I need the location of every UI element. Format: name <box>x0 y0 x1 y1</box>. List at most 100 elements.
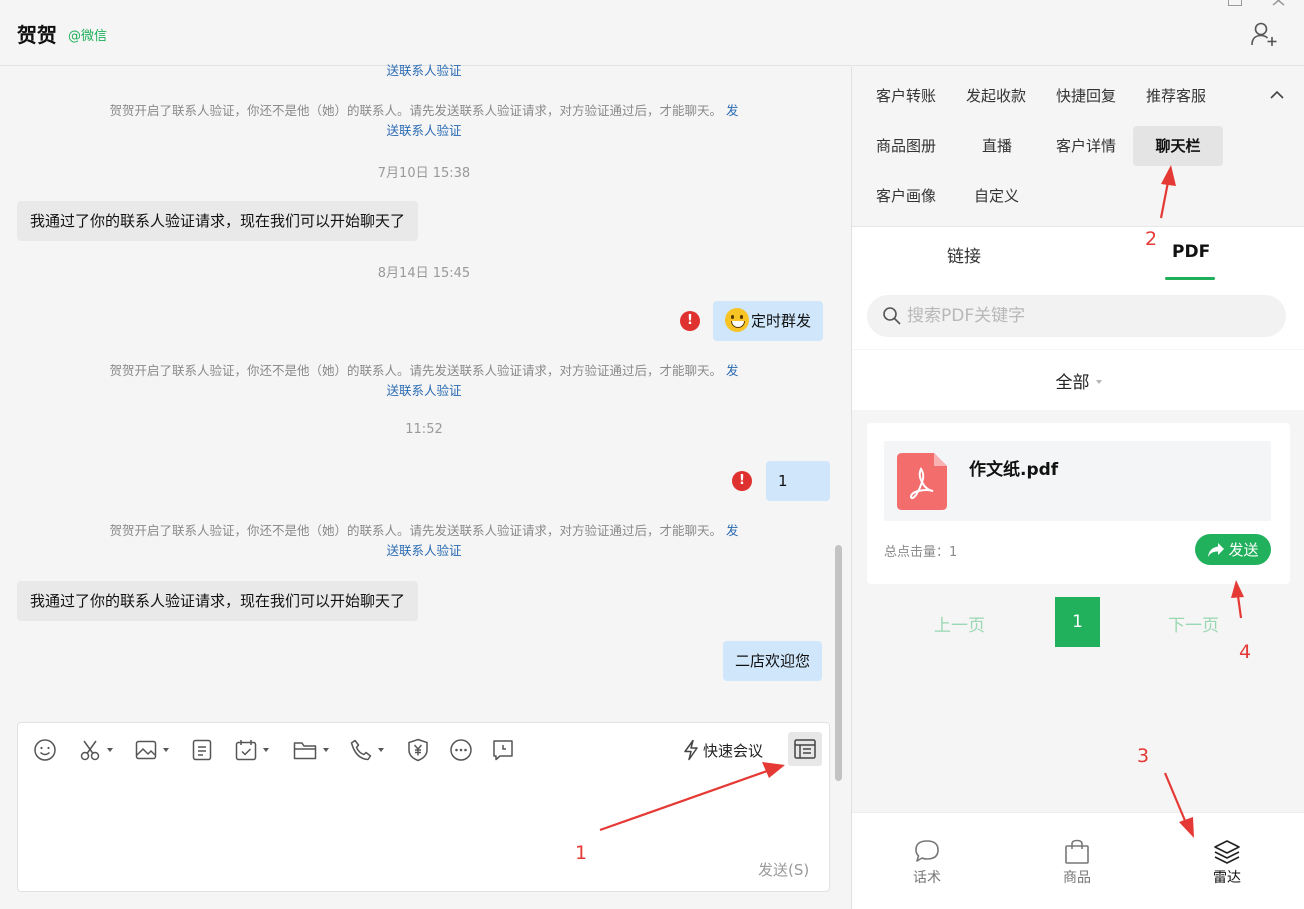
tab-recommend-service[interactable]: 推荐客服 <box>1134 76 1218 116</box>
emoji-button[interactable] <box>33 738 57 762</box>
system-notice: 贺贺开启了联系人验证，你还不是他（她）的联系人。请先发送联系人验证请求，对方验证… <box>109 363 739 398</box>
timestamp: 11:52 <box>405 422 443 437</box>
incoming-message[interactable]: 我通过了你的联系人验证请求，现在我们可以开始聊天了 <box>17 581 419 621</box>
tab-link[interactable]: 链接 <box>947 242 981 267</box>
document-button[interactable] <box>192 738 212 762</box>
contact-source-tag: @微信 <box>68 29 108 44</box>
tab-customer-details[interactable]: 客户详情 <box>1044 126 1128 166</box>
grinning-emoji-icon <box>725 308 749 332</box>
next-page-button[interactable]: 下一页 <box>1168 611 1219 636</box>
app-window: 贺贺 @微信 送联系人验证 贺贺开启了联系人验证，你还不是他（她）的联系人。请先… <box>0 0 1304 909</box>
tab-customer-transfer[interactable]: 客户转账 <box>864 76 948 116</box>
chat-header: 贺贺 @微信 <box>0 0 1304 66</box>
chevron-down-icon <box>263 748 269 752</box>
bottom-navigation: 话术 商品 雷达 <box>852 812 1304 909</box>
outgoing-message[interactable]: 1 <box>766 461 830 501</box>
smiley-icon <box>34 739 56 761</box>
more-button[interactable] <box>449 738 473 762</box>
close-icon[interactable] <box>1272 0 1286 6</box>
category-dropdown[interactable]: 全部 <box>852 368 1304 393</box>
layers-icon <box>1214 840 1240 864</box>
nav-products[interactable]: 商品 <box>1047 839 1107 887</box>
payment-button[interactable] <box>407 738 429 762</box>
contact-name: 贺贺 <box>17 23 57 47</box>
timestamp: 8月14日 15:45 <box>377 266 471 281</box>
feature-tabs: 客户转账 发起收款 快捷回复 推荐客服 商品图册 直播 客户详情 聊天栏 客户画… <box>852 67 1304 227</box>
chat-sidebar-button[interactable] <box>788 732 822 766</box>
annotation-label-4: 4 <box>1239 641 1252 663</box>
tab-quick-reply[interactable]: 快捷回复 <box>1044 76 1128 116</box>
tab-pdf[interactable]: PDF <box>1172 242 1210 262</box>
file-button[interactable] <box>293 738 329 762</box>
send-button[interactable]: 发送(S) <box>758 859 809 880</box>
screenshot-button[interactable] <box>79 738 113 762</box>
verify-link[interactable]: 送联系人验证 <box>386 123 461 138</box>
tab-product-album[interactable]: 商品图册 <box>864 126 948 166</box>
image-icon <box>135 740 157 760</box>
incoming-message[interactable]: 我通过了你的联系人验证请求，现在我们可以开始聊天了 <box>17 201 419 241</box>
pdf-file-icon <box>897 453 947 510</box>
chevron-down-icon <box>163 748 169 752</box>
timestamp: 7月10日 15:38 <box>377 166 471 181</box>
send-failed-icon[interactable]: ! <box>680 311 700 331</box>
chevron-down-icon <box>1095 380 1102 384</box>
tab-live[interactable]: 直播 <box>970 126 1024 166</box>
tab-chat-bar[interactable]: 聊天栏 <box>1133 126 1223 166</box>
more-icon <box>450 739 472 761</box>
share-arrow-icon <box>1208 542 1225 557</box>
verify-link[interactable]: 送联系人验证 <box>386 543 461 558</box>
previous-page-button[interactable]: 上一页 <box>934 611 985 636</box>
active-tab-indicator <box>1165 277 1215 280</box>
pdf-card: 作文纸.pdf 总点击量：1 发送 <box>867 423 1290 584</box>
total-clicks: 总点击量：1 <box>884 545 958 560</box>
nav-radar[interactable]: 雷达 <box>1197 839 1257 887</box>
verify-link[interactable]: 送联系人验证 <box>386 383 461 398</box>
outgoing-message[interactable]: 定时群发 <box>713 301 824 341</box>
search-bar <box>852 289 1304 349</box>
send-failed-icon[interactable]: ! <box>732 471 752 491</box>
schedule-button[interactable] <box>235 738 269 762</box>
lightning-icon <box>684 739 698 761</box>
search-icon <box>883 307 901 325</box>
chevron-down-icon <box>323 748 329 752</box>
chevron-down-icon <box>107 748 113 752</box>
annotation-label-2: 2 <box>1145 228 1158 250</box>
sidebar-panel-icon <box>794 739 816 759</box>
folder-icon <box>293 742 317 760</box>
speech-bubble-icon <box>915 840 939 862</box>
verify-link[interactable]: 送联系人验证 <box>386 63 461 78</box>
system-notice: 送联系人验证 <box>60 61 788 81</box>
image-button[interactable] <box>135 738 169 762</box>
outgoing-message[interactable]: 二店欢迎您 <box>723 641 823 681</box>
call-button[interactable] <box>350 738 384 762</box>
quick-meeting-button[interactable]: 快速会议 <box>682 738 763 762</box>
pdf-file-item[interactable]: 作文纸.pdf <box>884 441 1271 521</box>
document-icon <box>192 739 212 761</box>
maximize-icon[interactable] <box>1228 0 1242 6</box>
nav-scripts[interactable]: 话术 <box>897 839 957 887</box>
chevron-up-icon[interactable] <box>1267 88 1287 102</box>
chat-history-button[interactable] <box>491 738 515 762</box>
yuan-shield-icon <box>408 738 428 762</box>
tab-customer-profile[interactable]: 客户画像 <box>864 176 948 216</box>
message-composer[interactable]: 快速会议 发送(S) <box>17 722 830 892</box>
chat-clock-icon <box>493 740 513 761</box>
tab-request-payment[interactable]: 发起收款 <box>954 76 1038 116</box>
annotation-label-1: 1 <box>575 842 588 864</box>
content-type-tabs: 链接 PDF <box>852 227 1304 289</box>
send-pdf-button[interactable]: 发送 <box>1195 534 1271 565</box>
chat-scrollbar[interactable] <box>835 545 842 781</box>
scissors-icon <box>80 740 100 761</box>
add-contact-icon[interactable] <box>1250 20 1278 48</box>
system-notice: 贺贺开启了联系人验证，你还不是他（她）的联系人。请先发送联系人验证请求，对方验证… <box>109 523 739 558</box>
tab-custom[interactable]: 自定义 <box>962 176 1031 216</box>
search-field[interactable] <box>867 295 1286 337</box>
calendar-check-icon <box>235 740 257 761</box>
current-page-button[interactable]: 1 <box>1055 597 1100 647</box>
phone-icon <box>350 739 372 761</box>
annotation-label-3: 3 <box>1137 745 1150 767</box>
category-filter: 全部 <box>852 350 1304 410</box>
system-notice: 贺贺开启了联系人验证，你还不是他（她）的联系人。请先发送联系人验证请求，对方验证… <box>109 103 739 138</box>
search-input[interactable] <box>907 304 1267 328</box>
shopping-bag-icon <box>1065 839 1089 864</box>
